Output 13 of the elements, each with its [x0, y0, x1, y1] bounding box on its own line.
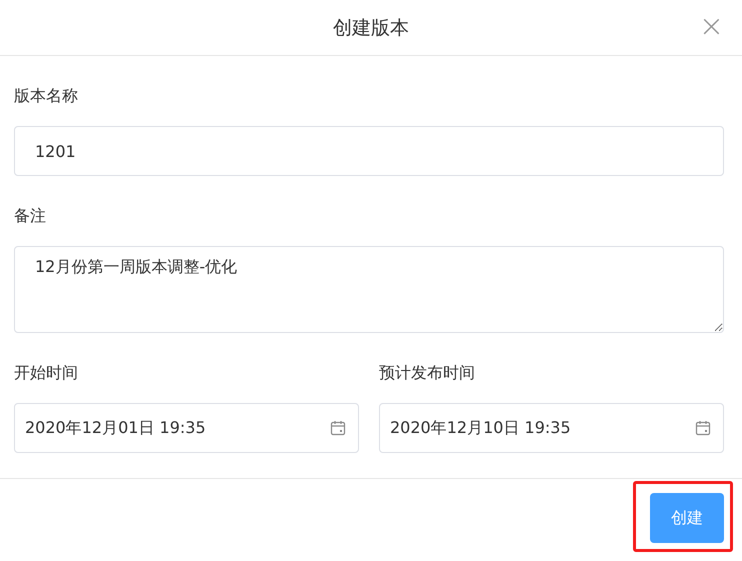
remark-field[interactable]: 12月份第一周版本调整-优化 [14, 246, 724, 333]
date-field[interactable]: 2020年12月10日 19:35 [379, 403, 724, 453]
calendar-icon [330, 420, 346, 436]
date-value: 2020年12月10日 19:35 [390, 418, 571, 438]
field-label: 版本名称 [14, 86, 79, 107]
dialog-title: 创建版本 [333, 16, 409, 40]
field-label: 开始时间 [14, 363, 79, 384]
calendar-icon [695, 420, 711, 436]
name-field[interactable]: 1201 [14, 126, 724, 176]
field-label: 备注 [14, 206, 47, 227]
date-value: 2020年12月01日 19:35 [25, 418, 206, 438]
field-label: 预计发布时间 [379, 363, 476, 384]
date-field[interactable]: 2020年12月01日 19:35 [14, 403, 359, 453]
